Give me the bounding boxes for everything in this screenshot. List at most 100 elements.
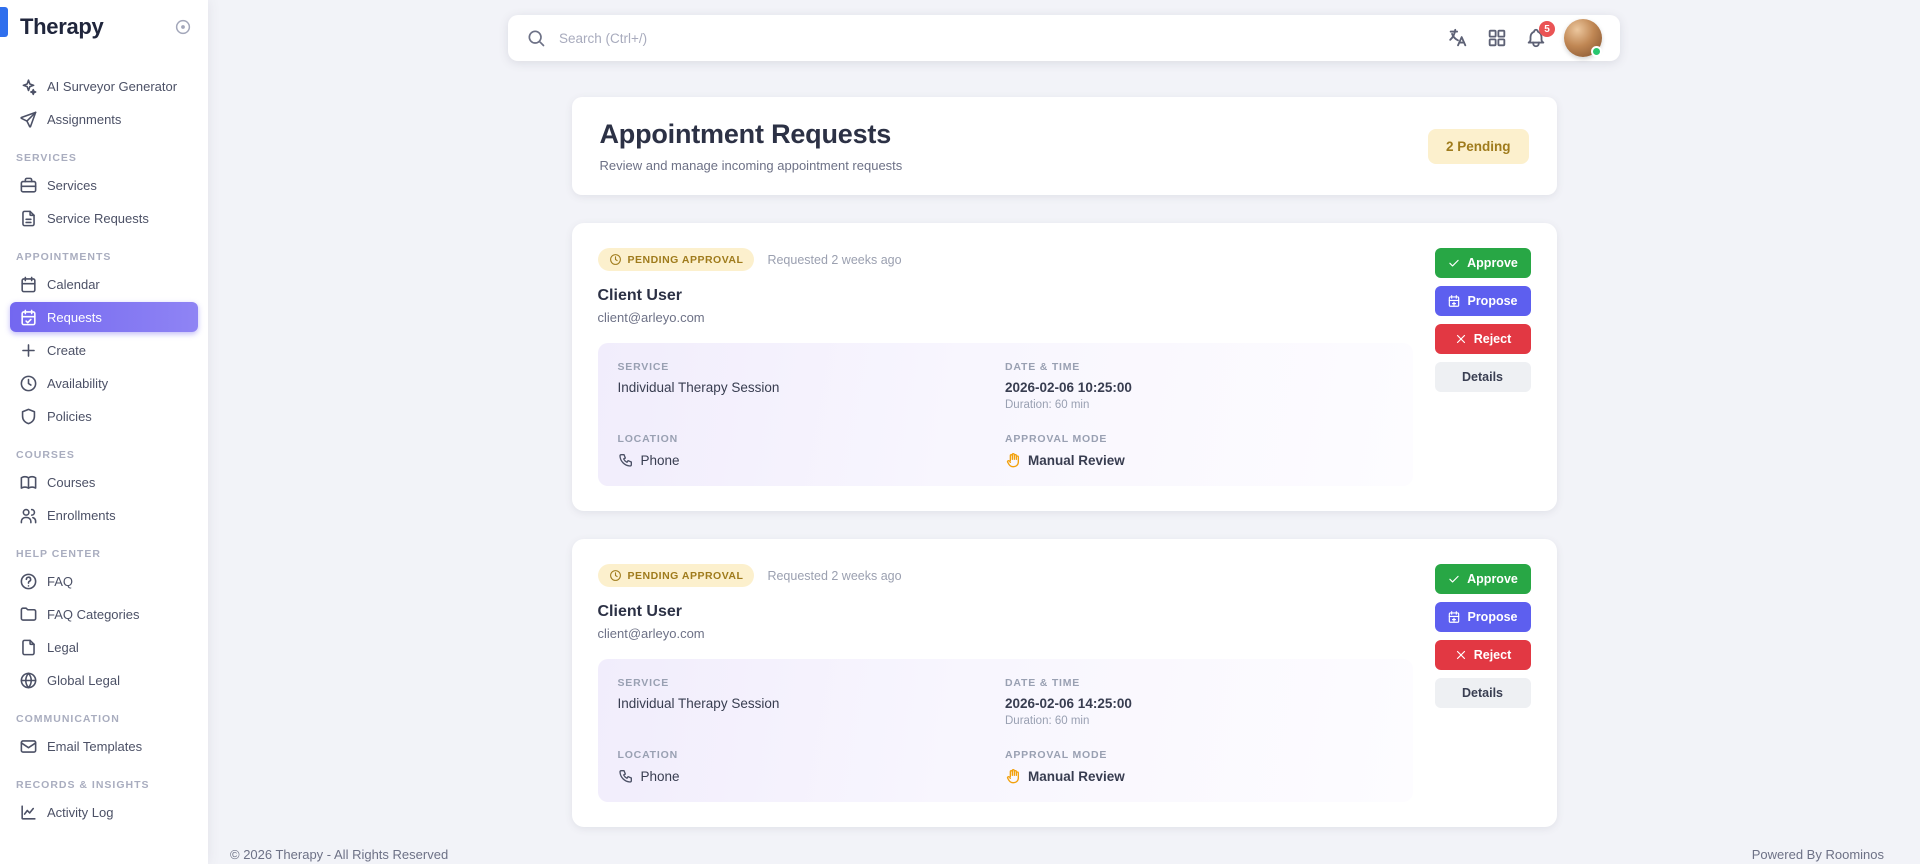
request-info: Pending Approval Requested 2 weeks ago C…: [598, 564, 1413, 802]
duration-value: Duration: 60 min: [1005, 715, 1393, 727]
page-title: Appointment Requests: [600, 119, 903, 150]
location-text: Phone: [641, 769, 680, 784]
clock-icon: [19, 374, 38, 393]
datetime-field: Date & Time 2026-02-06 14:25:00 Duration…: [1005, 677, 1393, 727]
sidebar-item-label: Global Legal: [47, 673, 120, 688]
sidebar-item-legal[interactable]: Legal: [10, 632, 198, 662]
sidebar-item-faq[interactable]: FAQ: [10, 566, 198, 596]
sidebar-item-assignments[interactable]: Assignments: [10, 104, 198, 134]
datetime-field: Date & Time 2026-02-06 10:25:00 Duration…: [1005, 361, 1393, 411]
sidebar-item-create[interactable]: Create: [10, 335, 198, 365]
sidebar-item-label: Create: [47, 343, 86, 358]
location-value: Phone: [618, 452, 1006, 468]
sidebar-item-ai-surveyor-generator[interactable]: AI Surveyor Generator: [10, 71, 198, 101]
file-icon: [19, 638, 38, 657]
calendar-check-icon: [19, 308, 38, 327]
calendar-plus-icon: [1447, 294, 1461, 308]
requested-ago: Requested 2 weeks ago: [767, 253, 901, 267]
avatar[interactable]: [1564, 19, 1602, 57]
reject-button[interactable]: Reject: [1435, 640, 1531, 670]
sidebar-section-header: Communication: [16, 713, 192, 725]
footer: © 2026 Therapy - All Rights Reserved Pow…: [208, 827, 1920, 864]
status-badge-label: Pending Approval: [628, 254, 744, 266]
main-area: 5 Appointment Requests Review and manage…: [208, 0, 1920, 864]
briefcase-icon: [19, 176, 38, 195]
request-details-panel: Service Individual Therapy Session Date …: [598, 659, 1413, 802]
sidebar-item-label: Policies: [47, 409, 92, 424]
request-status-row: Pending Approval Requested 2 weeks ago: [598, 248, 1413, 271]
hand-icon: [1005, 452, 1021, 468]
service-field: Service Individual Therapy Session: [618, 361, 1006, 411]
brand: Therapy: [0, 0, 208, 40]
details-label: Details: [1462, 686, 1503, 700]
approval-mode-field: Approval Mode Manual Review: [1005, 433, 1393, 468]
sidebar-item-availability[interactable]: Availability: [10, 368, 198, 398]
service-value: Individual Therapy Session: [618, 380, 1006, 395]
activity-icon: [19, 803, 38, 822]
requested-ago: Requested 2 weeks ago: [767, 569, 901, 583]
status-badge: Pending Approval: [598, 564, 755, 587]
sidebar-item-label: Assignments: [47, 112, 121, 127]
search-icon: [526, 28, 546, 48]
sidebar-item-enrollments[interactable]: Enrollments: [10, 500, 198, 530]
send-icon: [19, 110, 38, 129]
sidebar-item-label: Courses: [47, 475, 95, 490]
sidebar-item-faq-categories[interactable]: FAQ Categories: [10, 599, 198, 629]
approve-button[interactable]: Approve: [1435, 248, 1531, 278]
sidebar-item-label: Services: [47, 178, 97, 193]
sidebar-item-services[interactable]: Services: [10, 170, 198, 200]
shield-icon: [19, 407, 38, 426]
search[interactable]: [526, 28, 1447, 48]
reject-button[interactable]: Reject: [1435, 324, 1531, 354]
sidebar-item-email-templates[interactable]: Email Templates: [10, 731, 198, 761]
details-button[interactable]: Details: [1435, 678, 1531, 708]
sidebar-item-label: Enrollments: [47, 508, 116, 523]
client-email: client@arleyo.com: [598, 310, 1413, 325]
phone-icon: [618, 768, 634, 784]
propose-button[interactable]: Propose: [1435, 286, 1531, 316]
sidebar-item-label: Requests: [47, 310, 102, 325]
sidebar-item-label: Calendar: [47, 277, 100, 292]
service-label: Service: [618, 677, 1006, 689]
language-icon[interactable]: [1447, 27, 1469, 49]
sidebar-item-global-legal[interactable]: Global Legal: [10, 665, 198, 695]
sidebar-item-policies[interactable]: Policies: [10, 401, 198, 431]
book-icon: [19, 473, 38, 492]
approve-label: Approve: [1467, 572, 1518, 586]
approve-button[interactable]: Approve: [1435, 564, 1531, 594]
reject-label: Reject: [1474, 648, 1512, 662]
datetime-value: 2026-02-06 10:25:00: [1005, 380, 1393, 395]
sidebar-item-service-requests[interactable]: Service Requests: [10, 203, 198, 233]
propose-label: Propose: [1467, 294, 1517, 308]
sidebar-item-label: AI Surveyor Generator: [47, 79, 177, 94]
search-input[interactable]: [557, 30, 1447, 47]
details-button[interactable]: Details: [1435, 362, 1531, 392]
propose-button[interactable]: Propose: [1435, 602, 1531, 632]
request-details-panel: Service Individual Therapy Session Date …: [598, 343, 1413, 486]
top-navbar: 5: [508, 15, 1620, 61]
client-email: client@arleyo.com: [598, 626, 1413, 641]
datetime-label: Date & Time: [1005, 677, 1393, 689]
sidebar-section-header: Appointments: [16, 251, 192, 263]
notifications-button[interactable]: 5: [1525, 27, 1547, 49]
sidebar-pin-icon[interactable]: [174, 18, 192, 36]
approval-mode-value: Manual Review: [1005, 768, 1393, 784]
approval-mode-label: Approval Mode: [1005, 749, 1393, 761]
sidebar-item-calendar[interactable]: Calendar: [10, 269, 198, 299]
request-card: Pending Approval Requested 2 weeks ago C…: [572, 223, 1557, 511]
sidebar-item-label: Legal: [47, 640, 79, 655]
page-content: Appointment Requests Review and manage i…: [572, 61, 1557, 827]
navbar-actions: 5: [1447, 19, 1602, 57]
location-text: Phone: [641, 453, 680, 468]
sidebar-item-activity-log[interactable]: Activity Log: [10, 797, 198, 827]
request-status-row: Pending Approval Requested 2 weeks ago: [598, 564, 1413, 587]
sidebar-item-courses[interactable]: Courses: [10, 467, 198, 497]
sidebar-item-label: Activity Log: [47, 805, 113, 820]
shortcuts-grid-icon[interactable]: [1486, 27, 1508, 49]
page-heading-group: Appointment Requests Review and manage i…: [600, 119, 903, 173]
page-header-card: Appointment Requests Review and manage i…: [572, 97, 1557, 195]
sidebar-item-requests[interactable]: Requests: [10, 302, 198, 332]
datetime-label: Date & Time: [1005, 361, 1393, 373]
duration-value: Duration: 60 min: [1005, 399, 1393, 411]
sidebar: Therapy AI Surveyor Generator Assignments…: [0, 0, 208, 864]
